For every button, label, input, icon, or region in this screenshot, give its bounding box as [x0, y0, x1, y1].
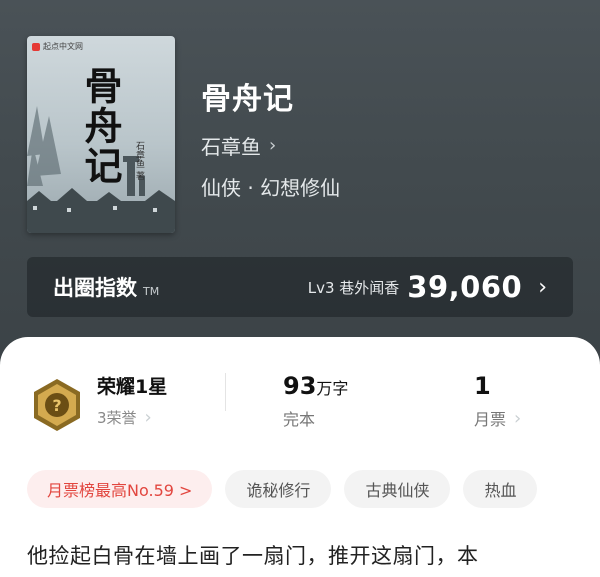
cover-title-text: 骨舟记: [78, 66, 123, 186]
svg-text:?: ?: [52, 396, 61, 415]
trademark-mark: TM: [143, 285, 160, 298]
word-count-value: 93: [283, 372, 317, 400]
tag-chip[interactable]: 诡秘修行: [225, 470, 332, 508]
cover-author-text: 石章鱼 著: [134, 141, 144, 180]
honor-medal-icon: ?: [34, 379, 80, 431]
tag-chip[interactable]: 古典仙侠: [344, 470, 451, 508]
tag-row: 月票榜最高No.59 > 诡秘修行 古典仙侠 热血: [27, 470, 538, 508]
popularity-index-bar[interactable]: 出圈指数 TM Lv3 巷外闻香 39,060 ›: [27, 257, 573, 317]
book-synopsis: 他捡起白骨在墙上画了一扇门，推开这扇门，本: [27, 544, 479, 568]
monthly-vote-stat[interactable]: 1 月票 ›: [474, 372, 521, 430]
chevron-right-icon: ›: [269, 135, 277, 156]
word-count-unit: 万字: [316, 379, 349, 398]
index-value: 39,060: [407, 270, 523, 304]
index-label: 出圈指数: [53, 276, 137, 300]
book-title: 骨舟记: [201, 82, 294, 117]
book-status: 完本: [283, 410, 316, 429]
honor-level: 荣耀1星: [97, 376, 168, 398]
publisher-badge: 起点中文网: [32, 41, 83, 52]
tag-ranking[interactable]: 月票榜最高No.59 >: [27, 470, 213, 508]
honor-count: 3荣誉: [97, 409, 137, 427]
author-link[interactable]: 石章鱼 ›: [201, 131, 276, 160]
chevron-right-icon: ›: [538, 274, 547, 300]
book-genre: 仙侠 · 幻想修仙: [201, 176, 341, 200]
divider: [225, 373, 226, 411]
chevron-right-icon: ›: [514, 407, 522, 429]
monthly-vote-label: 月票: [474, 410, 507, 429]
tag-chip[interactable]: 热血: [463, 470, 538, 508]
index-level: Lv3 巷外闻香: [307, 278, 400, 297]
book-cover[interactable]: 起点中文网 骨舟记 石章鱼 著: [27, 36, 175, 233]
monthly-vote-value: 1: [474, 372, 491, 400]
word-count-stat: 93万字 完本: [283, 372, 348, 430]
author-name: 石章鱼: [201, 135, 261, 159]
publisher-name: 起点中文网: [43, 42, 83, 51]
publisher-logo-icon: [32, 42, 40, 51]
chevron-right-icon: ›: [144, 407, 152, 428]
honor-stat[interactable]: 荣耀1星 3荣誉 ›: [97, 372, 167, 428]
